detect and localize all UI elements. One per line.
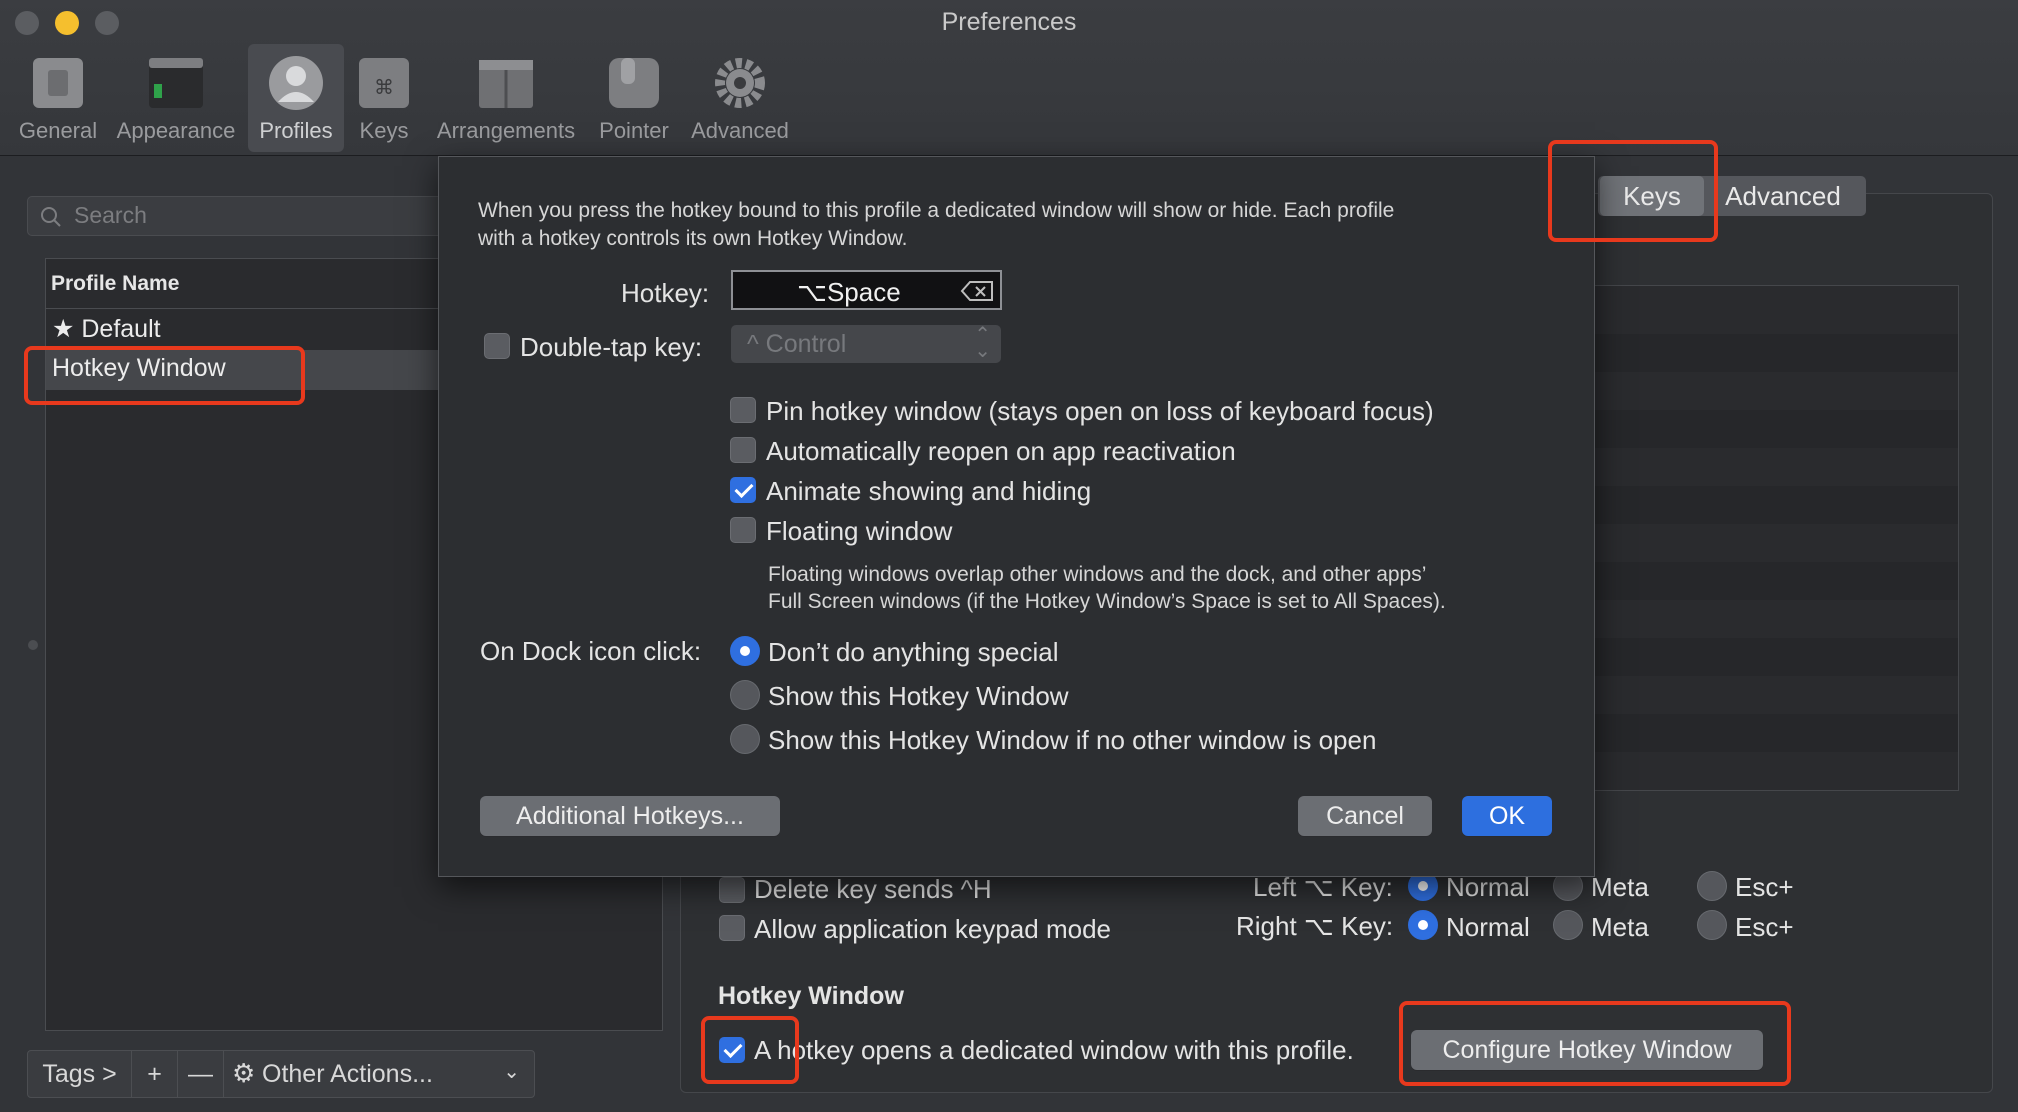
appearance-icon xyxy=(149,58,203,108)
hotkey-window-section-title: Hotkey Window xyxy=(718,982,904,1010)
toolbar-keys[interactable]: ⌘ Keys xyxy=(352,44,416,152)
floating-window-label: Floating window xyxy=(766,516,953,546)
title-bar: Preferences General Appearance Profiles … xyxy=(0,0,2018,156)
double-tap-key-checkbox[interactable] xyxy=(484,333,510,359)
hotkey-recorder-field[interactable]: ⌥Space xyxy=(731,270,1002,310)
cancel-button[interactable]: Cancel xyxy=(1298,796,1432,836)
table-row[interactable] xyxy=(1593,562,1958,600)
auto-reopen-checkbox[interactable] xyxy=(730,437,756,463)
right-key-esc-radio[interactable] xyxy=(1697,910,1727,940)
svg-text:⌘: ⌘ xyxy=(374,75,394,99)
toolbar-label: Arrangements xyxy=(436,118,576,143)
highlight-hotkey-window-profile xyxy=(24,346,305,405)
delete-key-sends-label: Delete key sends ^H xyxy=(754,874,992,904)
gear-icon xyxy=(715,58,765,108)
left-key-esc-radio[interactable] xyxy=(1697,871,1727,901)
dock-nothing-special-label: Don’t do anything special xyxy=(768,637,1059,667)
sheet-description-line-1: When you press the hotkey bound to this … xyxy=(478,199,1395,222)
arrangements-icon xyxy=(479,60,533,108)
allow-keypad-checkbox[interactable] xyxy=(719,915,745,941)
table-row[interactable] xyxy=(1593,334,1958,372)
toolbar-arrangements[interactable]: Arrangements xyxy=(428,44,584,152)
sheet-description-line-2: with a hotkey controls its own Hotkey Wi… xyxy=(478,227,908,250)
profile-name: Default xyxy=(81,315,161,343)
delete-key-sends-checkbox[interactable] xyxy=(719,877,745,903)
toolbar-appearance[interactable]: Appearance xyxy=(112,44,240,152)
table-row[interactable] xyxy=(1593,486,1958,524)
key-mappings-table xyxy=(1592,285,1959,791)
double-tap-key-select[interactable]: ^ Control ⌃ ⌄ xyxy=(731,325,1001,363)
star-icon: ★ xyxy=(52,315,75,343)
toolbar-label: Advanced xyxy=(691,118,789,143)
right-key-meta-label: Meta xyxy=(1591,912,1649,942)
toolbar-label: Appearance xyxy=(116,118,236,143)
other-actions-button[interactable]: ⚙ Other Actions... ⌄ xyxy=(224,1051,534,1097)
double-tap-key-value: ^ Control xyxy=(747,330,847,358)
table-row[interactable] xyxy=(1593,714,1958,752)
keys-icon: ⌘ xyxy=(359,58,409,108)
ok-button[interactable]: OK xyxy=(1462,796,1552,836)
floating-note-line-1: Floating windows overlap other windows a… xyxy=(768,563,1427,586)
updown-chevron-icon: ⌃ ⌄ xyxy=(974,324,991,362)
right-key-meta-radio[interactable] xyxy=(1553,910,1583,940)
search-placeholder: Search xyxy=(74,202,147,228)
other-actions-label: Other Actions... xyxy=(262,1060,433,1088)
left-key-meta-label: Meta xyxy=(1591,872,1649,902)
auto-reopen-label: Automatically reopen on app reactivation xyxy=(766,436,1236,466)
search-icon xyxy=(41,207,61,227)
highlight-hotkey-checkbox xyxy=(701,1016,799,1084)
tags-button[interactable]: Tags > xyxy=(28,1051,132,1097)
highlight-configure-button xyxy=(1399,1001,1791,1086)
pin-hotkey-window-label: Pin hotkey window (stays open on loss of… xyxy=(766,396,1434,426)
toolbar-profiles[interactable]: Profiles xyxy=(248,44,344,152)
pin-hotkey-window-checkbox[interactable] xyxy=(730,397,756,423)
dock-nothing-special-radio[interactable] xyxy=(730,636,760,666)
general-icon xyxy=(33,58,83,108)
split-view-handle[interactable] xyxy=(28,640,38,650)
hotkey-value: ⌥Space xyxy=(797,277,901,307)
toolbar-label: General xyxy=(18,118,98,143)
animate-showing-checkbox[interactable] xyxy=(730,477,756,503)
tab-advanced[interactable]: Advanced xyxy=(1708,176,1858,216)
highlight-keys-tab xyxy=(1548,140,1718,242)
toolbar-label: Pointer xyxy=(599,118,669,143)
floating-window-checkbox[interactable] xyxy=(730,517,756,543)
hotkey-label: Hotkey: xyxy=(621,278,710,308)
right-key-normal-label: Normal xyxy=(1446,912,1530,942)
pointer-icon xyxy=(609,58,659,108)
table-row[interactable] xyxy=(1593,410,1958,448)
dock-icon-click-label: On Dock icon click: xyxy=(480,636,702,666)
profiles-icon xyxy=(269,56,323,110)
toolbar-label: Keys xyxy=(359,118,409,143)
search-input[interactable]: Search xyxy=(27,196,447,236)
window-title: Preferences xyxy=(941,8,1077,36)
gear-icon: ⚙ xyxy=(232,1058,256,1088)
hotkey-window-sheet xyxy=(438,156,1595,877)
profiles-bottom-bar: Tags > + — ⚙ Other Actions... ⌄ xyxy=(27,1050,535,1098)
dock-show-window-radio[interactable] xyxy=(730,680,760,710)
toolbar-advanced[interactable]: Advanced xyxy=(684,44,796,152)
animate-showing-label: Animate showing and hiding xyxy=(766,476,1092,506)
dock-show-if-none-label: Show this Hotkey Window if no other wind… xyxy=(768,725,1377,755)
toolbar-pointer[interactable]: Pointer xyxy=(592,44,676,152)
add-profile-button[interactable]: + xyxy=(132,1051,178,1097)
preferences-window: Preferences General Appearance Profiles … xyxy=(0,0,2018,1112)
right-key-normal-radio[interactable] xyxy=(1408,910,1438,940)
double-tap-key-label: Double-tap key: xyxy=(520,332,703,362)
remove-profile-button[interactable]: — xyxy=(178,1051,224,1097)
right-option-key-label: Right ⌥ Key: xyxy=(1236,911,1394,941)
floating-note-line-2: Full Screen windows (if the Hotkey Windo… xyxy=(768,590,1446,613)
chevron-down-icon: ⌄ xyxy=(503,1061,520,1083)
table-row[interactable] xyxy=(1593,638,1958,676)
allow-keypad-label: Allow application keypad mode xyxy=(754,914,1111,944)
additional-hotkeys-button[interactable]: Additional Hotkeys... xyxy=(480,796,780,836)
dock-show-window-label: Show this Hotkey Window xyxy=(768,681,1069,711)
hotkey-opens-window-label: A hotkey opens a dedicated window with t… xyxy=(754,1035,1354,1065)
left-key-esc-label: Esc+ xyxy=(1735,872,1794,902)
toolbar-label: Profiles xyxy=(259,118,333,143)
right-key-esc-label: Esc+ xyxy=(1735,912,1794,942)
clear-hotkey-icon[interactable] xyxy=(960,280,994,302)
toolbar-general[interactable]: General xyxy=(8,44,108,152)
dock-show-if-none-radio[interactable] xyxy=(730,724,760,754)
